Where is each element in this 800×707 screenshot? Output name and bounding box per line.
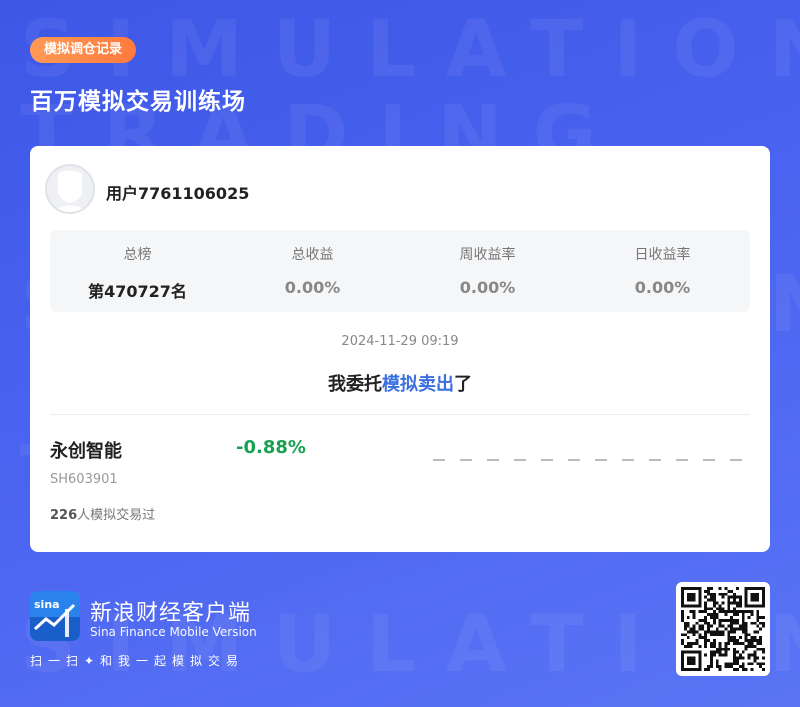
traded-count: 226 — [50, 508, 78, 523]
sina-finance-logo-icon: sina — [30, 591, 80, 641]
brand-name-en: Sina Finance Mobile Version — [90, 625, 257, 639]
logo-text: sina — [34, 598, 60, 611]
username[interactable]: 用户7761106025 — [106, 180, 249, 204]
user-avatar-icon[interactable] — [45, 164, 95, 214]
sparkline-placeholder — [433, 459, 743, 461]
stat-weekly-return: 周收益率 0.00% — [400, 230, 575, 312]
stat-label: 总榜 — [123, 247, 152, 263]
stat-value: 第470727名 — [88, 282, 187, 301]
action-highlight: 模拟卖出 — [382, 374, 454, 395]
record-action: 我委托模拟卖出了 — [30, 370, 770, 396]
stat-label: 日收益率 — [634, 247, 691, 263]
divider — [50, 414, 750, 415]
traded-count-text: 226人模拟交易过 — [50, 504, 155, 523]
stat-label: 周收益率 — [459, 247, 516, 263]
page-title: 百万模拟交易训练场 — [30, 89, 246, 115]
brand-name-cn: 新浪财经客户端 — [90, 601, 252, 626]
record-datetime: 2024-11-29 09:19 — [341, 334, 459, 349]
action-prefix: 我委托 — [328, 374, 382, 395]
stat-daily-return: 日收益率 0.00% — [575, 230, 750, 312]
record-tag: 模拟调仓记录 — [30, 37, 137, 63]
traded-suffix: 人模拟交易过 — [77, 508, 156, 523]
stock-name[interactable]: 永创智能 — [50, 437, 122, 463]
stats-panel: 总榜 第470727名 总收益 0.00% 周收益率 0.00% 日收益率 0.… — [50, 230, 750, 312]
stat-value: 0.00% — [284, 278, 341, 297]
stat-value: 0.00% — [634, 278, 691, 297]
stat-value: 0.00% — [459, 278, 516, 297]
slogan: 扫一扫✦和我一起模拟交易 — [30, 654, 245, 668]
stock-code: SH603901 — [50, 472, 118, 487]
stat-rank: 总榜 第470727名 — [50, 230, 225, 312]
qr-code-icon[interactable] — [676, 582, 770, 676]
stat-total-return: 总收益 0.00% — [225, 230, 400, 312]
stock-change: -0.88% — [236, 437, 306, 458]
trade-record-card: 用户7761106025 总榜 第470727名 总收益 0.00% 周收益率 … — [30, 146, 770, 552]
stat-label: 总收益 — [291, 247, 334, 263]
action-suffix: 了 — [454, 374, 472, 395]
